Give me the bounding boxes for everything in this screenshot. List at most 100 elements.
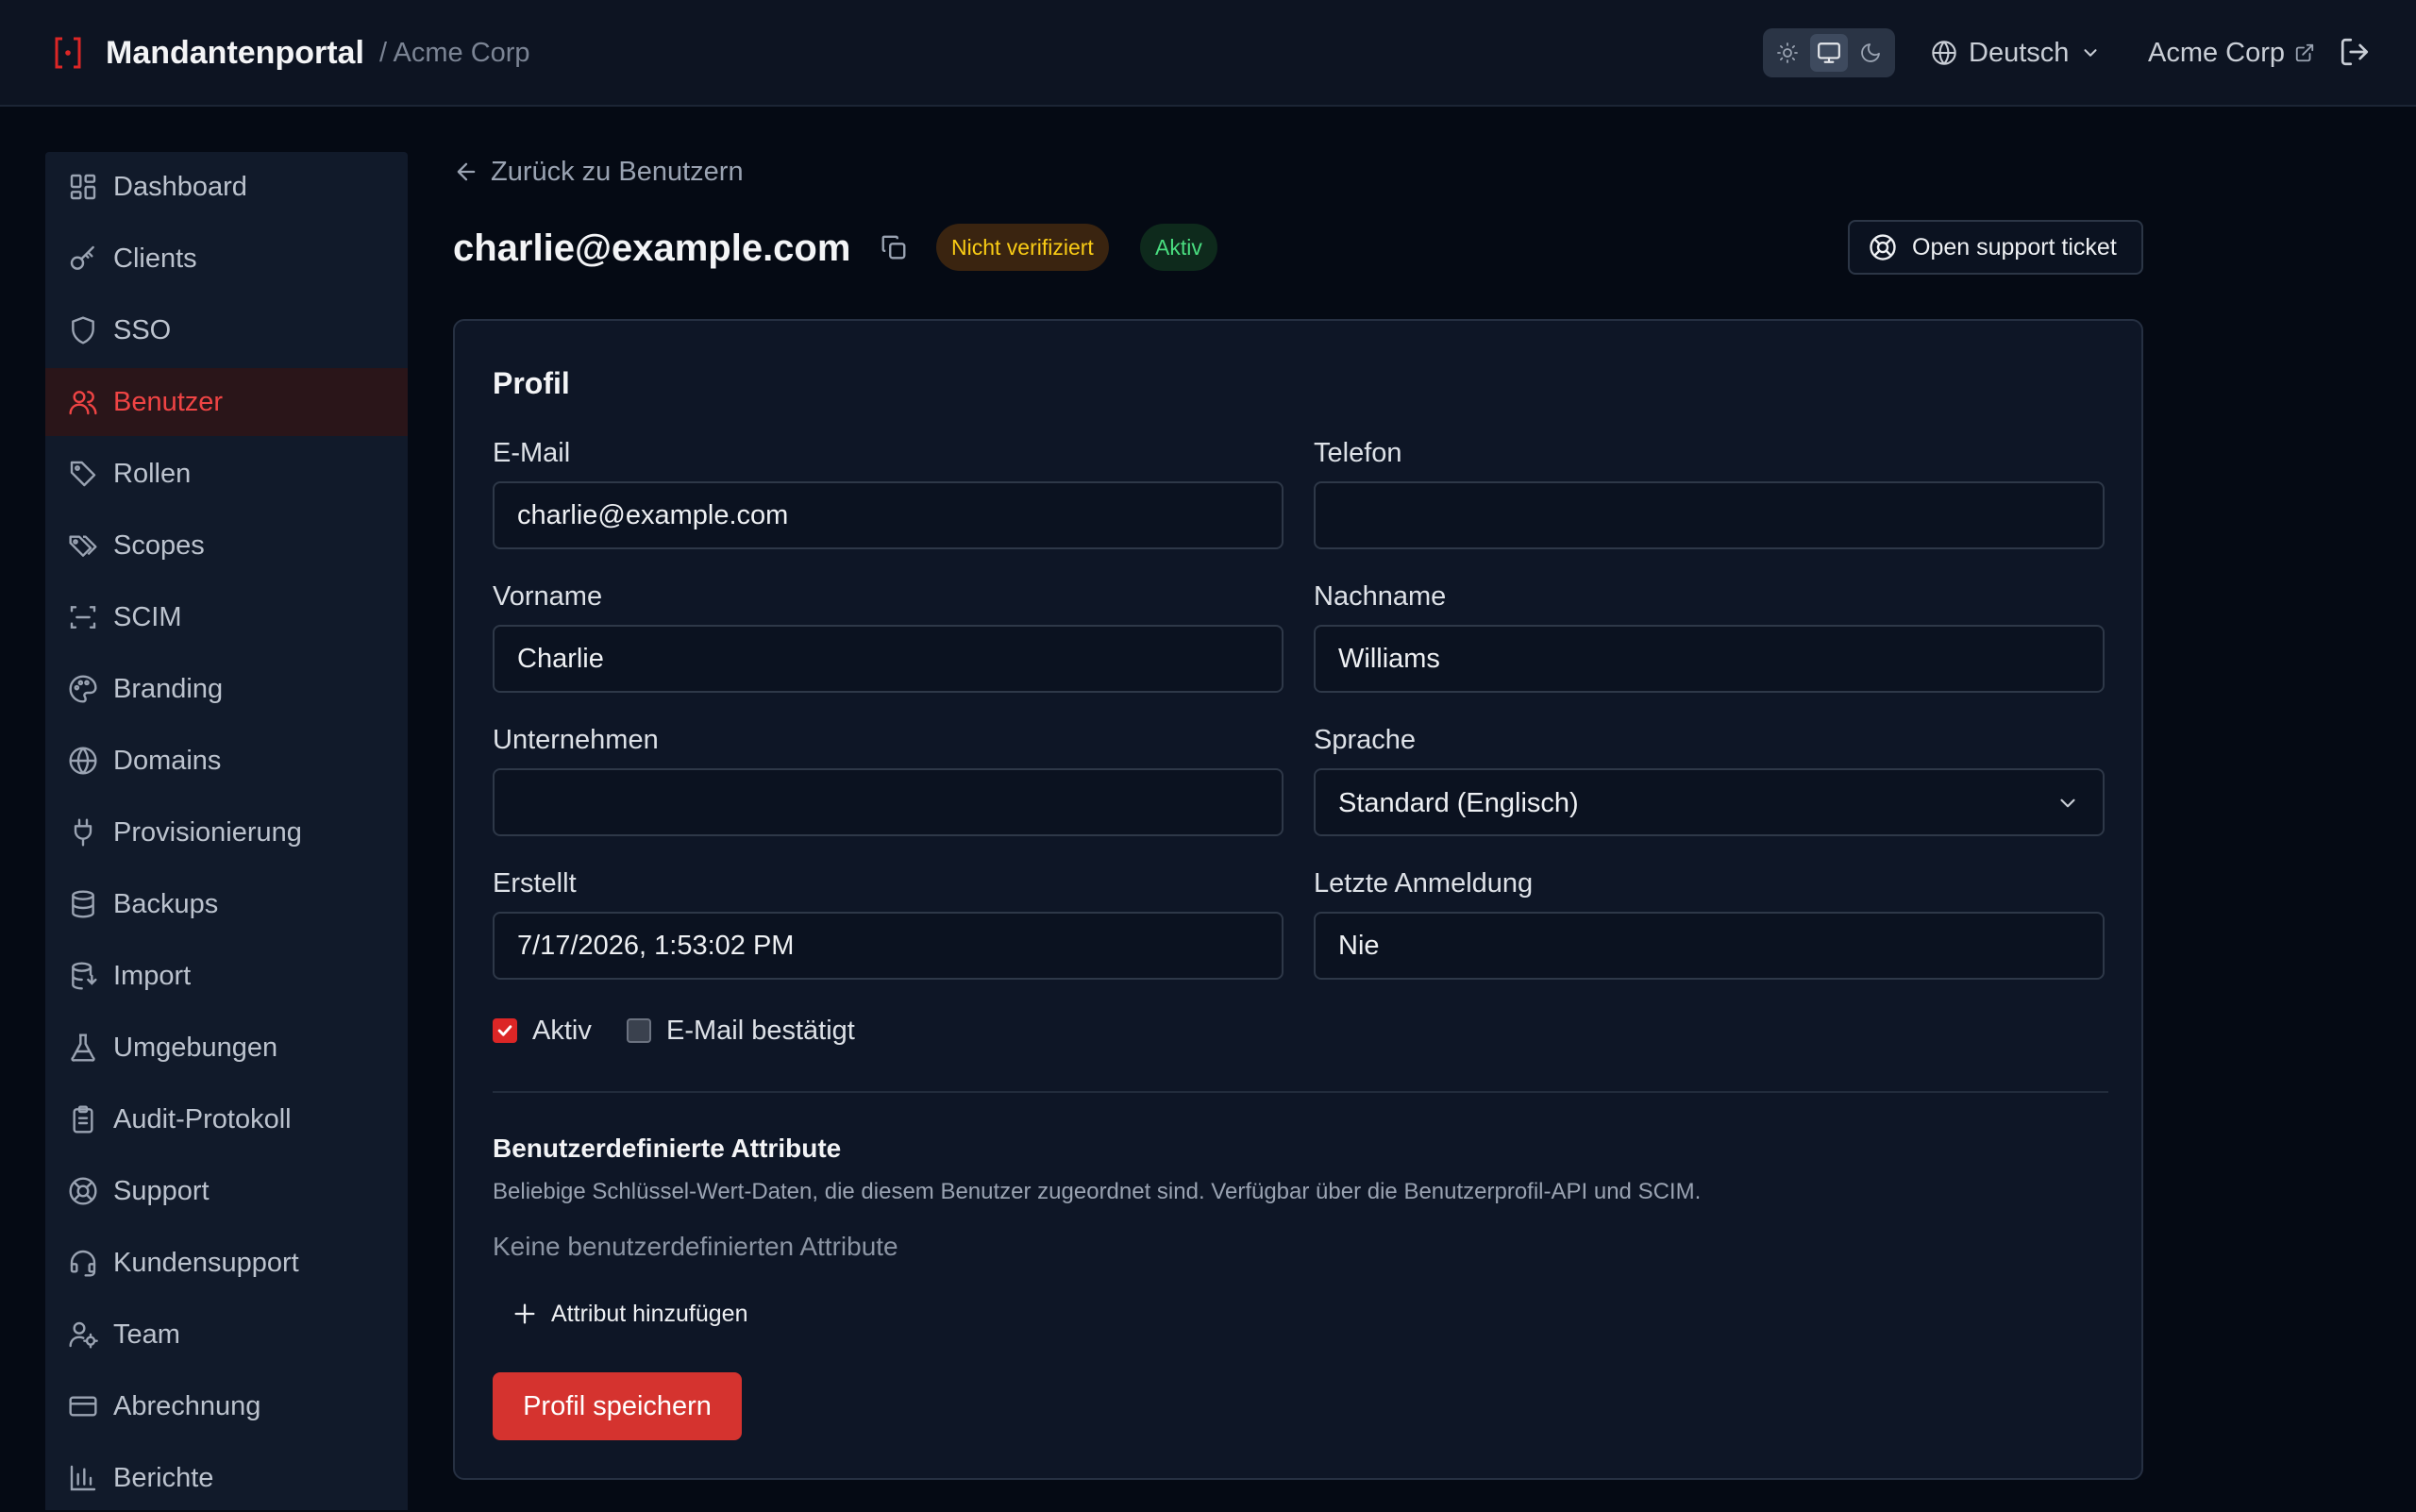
sidebar-item-domains[interactable]: Domains [45, 727, 408, 795]
first-name-label: Vorname [493, 581, 603, 612]
sidebar-item-abrechnung[interactable]: Abrechnung [45, 1372, 408, 1440]
open-support-ticket-button[interactable]: Open support ticket [1848, 220, 2143, 275]
sidebar-item-label: SSO [113, 315, 172, 345]
logout-button[interactable] [2339, 36, 2373, 70]
sidebar-item-label: Audit-Protokoll [113, 1104, 292, 1134]
sidebar-item-branding[interactable]: Branding [45, 655, 408, 723]
theme-light-button[interactable] [1769, 34, 1806, 72]
sidebar-item-label: Team [113, 1319, 180, 1350]
sidebar-item-berichte[interactable]: Berichte [45, 1444, 408, 1512]
add-attribute-button[interactable]: Attribut hinzufügen [512, 1295, 747, 1333]
lifebuoy-icon [1870, 234, 1896, 260]
sidebar-item-label: Backups [113, 889, 219, 919]
sidebar-item-rollen[interactable]: Rollen [45, 440, 408, 508]
language-select-value: Standard (Englisch) [1338, 788, 1579, 818]
created-label: Erstellt [493, 868, 577, 899]
phone-label: Telefon [1314, 438, 1402, 468]
language-label: Deutsch [1969, 37, 2070, 68]
status-badge-unverified: Nicht verifiziert [936, 224, 1109, 271]
back-link-label: Zurück zu Benutzern [491, 156, 744, 187]
checkbox-unchecked[interactable] [627, 1018, 651, 1043]
sidebar-item-label: Support [113, 1176, 210, 1206]
scan-icon [70, 606, 96, 629]
profile-section-title: Profil [493, 366, 570, 400]
sidebar-item-label: Umgebungen [113, 1033, 278, 1063]
plug-icon [74, 818, 92, 847]
support-button-label: Open support ticket [1912, 233, 2117, 260]
sidebar-item-benutzer[interactable]: Benutzer [45, 368, 408, 436]
sidebar-item-audit-protokoll[interactable]: Audit-Protokoll [45, 1085, 408, 1153]
sidebar-item-label: Dashboard [113, 172, 247, 202]
sidebar-item-scim[interactable]: SCIM [45, 583, 408, 651]
theme-toggle [1763, 28, 1895, 77]
phone-field[interactable] [1314, 481, 2105, 549]
sidebar-item-team[interactable]: Team [45, 1301, 408, 1369]
sidebar-item-label: Berichte [113, 1463, 214, 1493]
created-field [493, 912, 1284, 980]
logout-icon [2340, 38, 2369, 66]
plus-icon [514, 1303, 535, 1324]
status-badge-active: Aktiv [1140, 224, 1217, 271]
last-name-field[interactable] [1314, 625, 2105, 693]
sidebar-item-dashboard[interactable]: Dashboard [45, 153, 408, 221]
email-label: E-Mail [493, 438, 571, 468]
back-to-users-link[interactable]: Zurück zu Benutzern [453, 153, 744, 191]
email-field[interactable] [493, 481, 1284, 549]
monitor-icon [1818, 42, 1840, 63]
sidebar-item-umgebungen[interactable]: Umgebungen [45, 1014, 408, 1082]
language-select-label: Sprache [1314, 725, 1417, 755]
copy-icon [881, 235, 906, 260]
clipboard-icon [73, 1105, 93, 1134]
custom-attributes-title: Benutzerdefinierte Attribute [493, 1134, 842, 1163]
company-field[interactable] [493, 768, 1284, 836]
chevron-down-icon [2060, 798, 2075, 808]
add-attribute-label: Attribut hinzufügen [551, 1300, 748, 1327]
copy-email-button[interactable] [880, 233, 912, 265]
checkbox-checked[interactable] [493, 1018, 517, 1043]
sun-icon [1777, 42, 1798, 63]
sidebar-item-label: Kundensupport [113, 1248, 299, 1278]
sidebar: Dashboard Clients SSO Benutzer Rollen Sc… [45, 152, 408, 1510]
sidebar-item-import[interactable]: Import [45, 942, 408, 1010]
dashboard-icon [70, 174, 96, 200]
custom-attributes-description: Beliebige Schlüssel-Wert-Daten, die dies… [493, 1179, 1702, 1204]
company-label: Unternehmen [493, 725, 659, 755]
last-name-label: Nachname [1314, 581, 1447, 612]
sidebar-item-label: Branding [113, 674, 224, 704]
app-title: Mandantenportal [106, 35, 364, 71]
sidebar-item-label: SCIM [113, 602, 182, 632]
language-select[interactable]: Standard (Englisch) [1314, 768, 2105, 836]
sidebar-item-kundensupport[interactable]: Kundensupport [45, 1229, 408, 1297]
database-icon [72, 890, 94, 918]
sidebar-item-label: Abrechnung [113, 1391, 261, 1421]
language-selector[interactable]: Deutsch [1931, 32, 2101, 74]
sidebar-item-support[interactable]: Support [45, 1157, 408, 1225]
flask-icon [71, 1033, 95, 1062]
theme-system-button[interactable] [1810, 34, 1848, 72]
users-icon [69, 391, 97, 415]
active-checkbox-label: Aktiv [532, 1015, 592, 1046]
sidebar-item-backups[interactable]: Backups [45, 870, 408, 938]
tenant-link[interactable]: Acme Corp [2148, 32, 2315, 74]
key-icon [70, 245, 94, 270]
globe-icon [69, 747, 97, 775]
sidebar-item-scopes[interactable]: Scopes [45, 512, 408, 580]
first-name-field[interactable] [493, 625, 1284, 693]
page-title: charlie@example.com [453, 227, 851, 269]
save-profile-button[interactable]: Profil speichern [493, 1372, 742, 1440]
sidebar-item-sso[interactable]: SSO [45, 296, 408, 364]
sidebar-item-label: Import [113, 961, 192, 991]
sidebar-item-label: Domains [113, 746, 222, 776]
email-verified-checkbox-label: E-Mail bestätigt [666, 1015, 855, 1046]
tags-icon [69, 535, 97, 557]
tenant-label: Acme Corp [2148, 37, 2286, 68]
credit-card-icon [69, 1396, 97, 1417]
headset-icon [70, 1250, 96, 1277]
sidebar-item-clients[interactable]: Clients [45, 225, 408, 293]
active-checkbox[interactable]: Aktiv [493, 1014, 592, 1048]
theme-dark-button[interactable] [1852, 34, 1889, 72]
email-verified-checkbox[interactable]: E-Mail bestätigt [627, 1014, 855, 1048]
lifebuoy-icon [69, 1177, 97, 1205]
tag-icon [70, 461, 96, 487]
sidebar-item-provisionierung[interactable]: Provisionierung [45, 798, 408, 866]
